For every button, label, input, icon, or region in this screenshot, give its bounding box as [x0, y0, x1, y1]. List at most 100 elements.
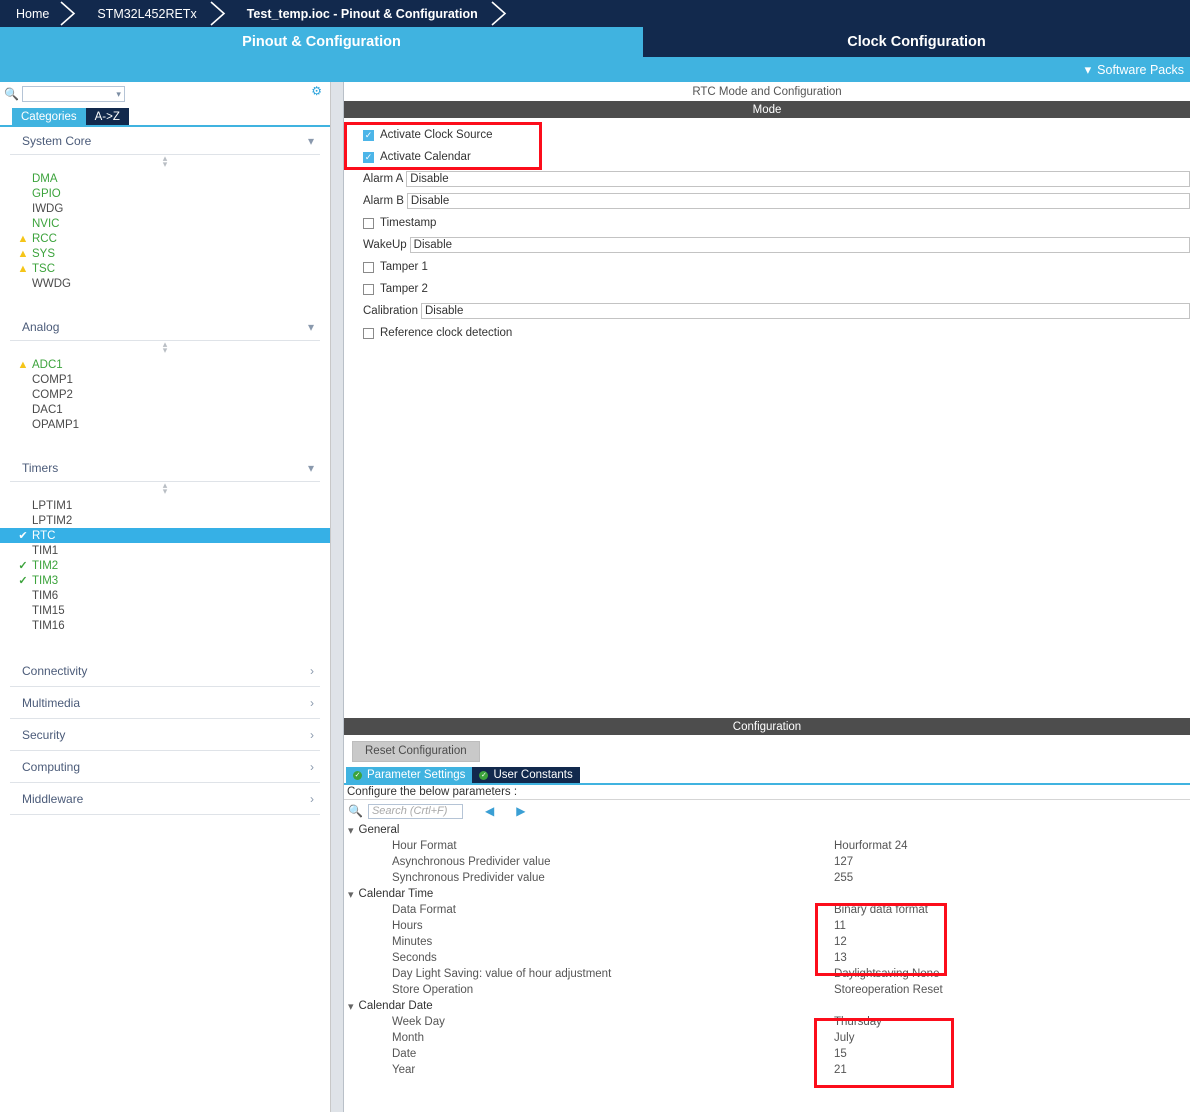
param-row[interactable]: Store Operation Storeoperation Reset	[344, 982, 1190, 998]
ip-item-rcc[interactable]: ▲ RCC	[10, 231, 320, 246]
circle-right-arrow-icon[interactable]: ▶	[516, 804, 525, 818]
checkbox-activate-clock-source[interactable]: ✓	[363, 129, 374, 141]
param-name: Seconds	[392, 952, 437, 964]
combo-value: Disable	[410, 195, 450, 207]
ip-group-security[interactable]: Security ›	[10, 719, 320, 751]
ip-group-middleware[interactable]: Middleware ›	[10, 783, 320, 815]
param-value: 255	[834, 872, 854, 884]
param-row[interactable]: Asynchronous Predivider value 127	[344, 854, 1190, 870]
ip-item-dac1[interactable]: DAC1	[10, 402, 320, 417]
tab-clock-configuration[interactable]: Clock Configuration	[643, 27, 1190, 57]
param-row[interactable]: Hour Format Hourformat 24	[344, 838, 1190, 854]
param-row[interactable]: Data Format Binary data format	[344, 902, 1190, 918]
tab-a-to-z[interactable]: A->Z	[85, 108, 129, 125]
param-row[interactable]: Date 15	[344, 1046, 1190, 1062]
param-value: Daylightsaving None	[834, 968, 940, 980]
ip-group-header[interactable]: Timers ▾	[10, 454, 320, 482]
checkbox-activate-calendar[interactable]: ✓	[363, 151, 374, 163]
ip-item-rtc[interactable]: ✔ RTC	[0, 528, 330, 543]
param-row[interactable]: Synchronous Predivider value 255	[344, 870, 1190, 886]
param-row[interactable]: Day Light Saving: value of hour adjustme…	[344, 966, 1190, 982]
scroll-spinner-icon[interactable]: ▴ ▾	[10, 340, 320, 357]
ip-item-opamp1[interactable]: OPAMP1	[10, 417, 320, 432]
ip-item-label: TIM6	[32, 589, 59, 602]
tab-pinout-configuration[interactable]: Pinout & Configuration	[0, 27, 643, 57]
combo-wakeup[interactable]: Disable	[409, 237, 1190, 253]
ip-item-label: DMA	[32, 172, 58, 185]
param-row[interactable]: Seconds 13	[344, 950, 1190, 966]
warning-icon: ▲	[17, 247, 29, 260]
param-section-calendar-date[interactable]: ▾ Calendar Date	[344, 998, 1190, 1014]
ip-item-lptim1[interactable]: LPTIM1	[10, 498, 320, 513]
parameter-list: ▾ General Hour Format Hourformat 24 Asynchro…	[344, 822, 1190, 1112]
mode-row-timestamp: Timestamp	[344, 212, 1190, 234]
ip-item-dma[interactable]: DMA	[10, 171, 320, 186]
ip-search-combo[interactable]: ▾	[21, 86, 125, 102]
ip-item-sys[interactable]: ▲ SYS	[10, 246, 320, 261]
tab-parameter-settings[interactable]: ✓ Parameter Settings	[346, 767, 473, 783]
ip-item-tim15[interactable]: TIM15	[10, 603, 320, 618]
circle-left-arrow-icon[interactable]: ◀	[485, 804, 494, 818]
param-section-general[interactable]: ▾ General	[344, 822, 1190, 838]
main-tab-bar: Pinout & Configuration Clock Configurati…	[0, 27, 1190, 57]
ip-group-label: Security	[22, 727, 66, 742]
param-section-calendar-time[interactable]: ▾ Calendar Time	[344, 886, 1190, 902]
ip-item-nvic[interactable]: NVIC	[10, 216, 320, 231]
ip-item-gpio[interactable]: GPIO	[10, 186, 320, 201]
param-row[interactable]: Month July	[344, 1030, 1190, 1046]
ip-group-multimedia[interactable]: Multimedia ›	[10, 687, 320, 719]
chevron-right-icon: ›	[310, 695, 314, 710]
combo-alarm-a[interactable]: Disable	[406, 171, 1190, 187]
param-value: 21	[834, 1064, 847, 1076]
sidebar-search-row: 🔍 ▾ ⚙	[0, 82, 330, 104]
breadcrumb-item-2[interactable]: STM32L452RETx	[87, 0, 206, 27]
breadcrumb-item-1[interactable]: Home	[10, 0, 57, 27]
param-row[interactable]: Minutes 12	[344, 934, 1190, 950]
combo-label: Calibration	[363, 305, 418, 317]
ip-item-iwdg[interactable]: IWDG	[10, 201, 320, 216]
breadcrumb-item-3[interactable]: Test_temp.ioc - Pinout & Configuration	[237, 0, 488, 27]
ip-item-comp1[interactable]: COMP1	[10, 372, 320, 387]
mode-section-header: Mode	[344, 101, 1190, 118]
tab-user-constants[interactable]: ✓ User Constants	[472, 767, 580, 783]
param-row[interactable]: Week Day Thursday	[344, 1014, 1190, 1030]
tab-categories[interactable]: Categories	[12, 108, 86, 125]
checkbox-tamper-1[interactable]	[363, 261, 374, 273]
checkbox-timestamp[interactable]	[363, 217, 374, 229]
chevron-right-icon: ›	[310, 663, 314, 678]
ip-group-label: Multimedia	[22, 695, 81, 710]
ip-group-header[interactable]: System Core ▾	[10, 127, 320, 155]
gear-icon[interactable]: ⚙	[311, 84, 322, 98]
ip-item-wwdg[interactable]: WWDG	[10, 276, 320, 291]
panel-divider[interactable]	[331, 82, 344, 1112]
combo-alarm-b[interactable]: Disable	[406, 193, 1190, 209]
ip-item-lptim2[interactable]: LPTIM2	[10, 513, 320, 528]
ip-item-comp2[interactable]: COMP2	[10, 387, 320, 402]
ip-item-label: SYS	[32, 247, 56, 260]
chevron-down-icon: ▾	[348, 824, 354, 837]
ip-item-tim1[interactable]: TIM1	[10, 543, 320, 558]
ip-group-connectivity[interactable]: Connectivity ›	[10, 655, 320, 687]
ip-group-computing[interactable]: Computing ›	[10, 751, 320, 783]
reset-configuration-button[interactable]: Reset Configuration	[352, 740, 480, 762]
ip-item-tim2[interactable]: ✓ TIM2	[10, 558, 320, 573]
ip-item-tsc[interactable]: ▲ TSC	[10, 261, 320, 276]
scroll-spinner-icon[interactable]: ▴ ▾	[10, 481, 320, 498]
software-packs-button[interactable]: ▾ Software Packs	[1085, 62, 1184, 78]
combo-calibration[interactable]: Disable	[420, 303, 1190, 319]
search-icon: 🔍	[4, 87, 19, 101]
param-row[interactable]: Hours 11	[344, 918, 1190, 934]
ip-item-tim16[interactable]: TIM16	[10, 618, 320, 633]
checkbox-tamper-2[interactable]	[363, 283, 374, 295]
ip-item-tim3[interactable]: ✓ TIM3	[10, 573, 320, 588]
scroll-spinner-icon[interactable]: ▴ ▾	[10, 154, 320, 171]
page-title-label: RTC Mode and Configuration	[692, 85, 842, 98]
software-packs-bar: ▾ Software Packs	[0, 57, 1190, 82]
param-row[interactable]: Year 21	[344, 1062, 1190, 1078]
ip-item-adc1[interactable]: ▲ ADC1	[10, 357, 320, 372]
parameter-search-input[interactable]: Search (Crtl+F)	[367, 803, 463, 819]
ip-group-header[interactable]: Analog ▾	[10, 313, 320, 341]
ip-item-tim6[interactable]: TIM6	[10, 588, 320, 603]
checkbox-reference-clock-detection[interactable]	[363, 327, 374, 339]
